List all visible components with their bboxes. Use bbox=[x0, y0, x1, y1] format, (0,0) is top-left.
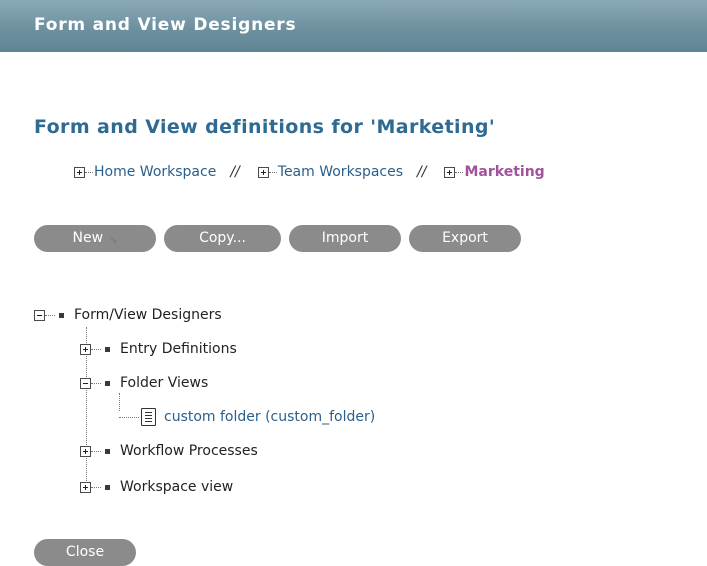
bullet-icon bbox=[105, 448, 110, 454]
tree-node-root[interactable]: Form/View Designers bbox=[34, 305, 222, 325]
connector-dots bbox=[85, 171, 93, 173]
tree-node-label[interactable]: Form/View Designers bbox=[74, 307, 222, 323]
collapse-minus-icon[interactable] bbox=[34, 309, 45, 321]
connector-dots bbox=[455, 171, 464, 173]
tree-node-custom-folder[interactable]: custom folder (custom_folder) bbox=[119, 407, 375, 427]
tree-node-label[interactable]: Workflow Processes bbox=[120, 443, 258, 459]
connector-dots bbox=[91, 382, 101, 384]
arrow-down-right-icon: ↘ bbox=[109, 235, 118, 246]
connector-dots bbox=[91, 486, 101, 488]
connector-dots bbox=[119, 416, 139, 418]
tree-node-label[interactable]: Entry Definitions bbox=[120, 341, 237, 357]
tree-node-folder-views[interactable]: Folder Views bbox=[80, 373, 208, 393]
expand-plus-icon[interactable] bbox=[80, 343, 91, 355]
connector-dots bbox=[268, 171, 277, 173]
breadcrumb-home[interactable]: Home Workspace bbox=[74, 164, 216, 180]
bullet-icon bbox=[105, 346, 110, 352]
tree-node-workflow-processes[interactable]: Workflow Processes bbox=[80, 441, 258, 461]
expand-plus-icon[interactable] bbox=[444, 166, 456, 178]
tree-node-workspace-view[interactable]: Workspace view bbox=[80, 477, 233, 497]
connector-dots bbox=[91, 450, 101, 452]
expand-plus-icon[interactable] bbox=[257, 166, 269, 178]
bullet-icon bbox=[105, 380, 110, 386]
new-button[interactable]: New ↘ bbox=[34, 225, 156, 252]
tree-node-label[interactable]: Folder Views bbox=[120, 375, 208, 391]
expand-plus-icon[interactable] bbox=[80, 481, 91, 493]
breadcrumb: Home Workspace // Team Workspaces // Mar… bbox=[74, 163, 545, 181]
breadcrumb-team-link[interactable]: Team Workspaces bbox=[278, 164, 403, 180]
breadcrumb-marketing[interactable]: Marketing bbox=[444, 164, 545, 180]
close-button[interactable]: Close bbox=[34, 539, 136, 566]
collapse-minus-icon[interactable] bbox=[80, 377, 91, 389]
tree-node-entry-definitions[interactable]: Entry Definitions bbox=[80, 339, 237, 359]
action-buttons: New ↘ Copy... Import Export bbox=[34, 225, 521, 252]
header-title: Form and View Designers bbox=[34, 15, 297, 35]
expand-plus-icon[interactable] bbox=[80, 445, 91, 457]
designer-header: Form and View Designers bbox=[0, 0, 707, 52]
expand-plus-icon[interactable] bbox=[74, 166, 85, 178]
breadcrumb-separator: // bbox=[230, 164, 240, 180]
breadcrumb-home-link[interactable]: Home Workspace bbox=[94, 164, 216, 180]
breadcrumb-team[interactable]: Team Workspaces bbox=[257, 164, 403, 180]
breadcrumb-separator: // bbox=[417, 164, 427, 180]
document-icon bbox=[141, 408, 156, 426]
import-button[interactable]: Import bbox=[289, 225, 401, 252]
custom-folder-link[interactable]: custom folder (custom_folder) bbox=[164, 409, 375, 425]
tree-node-label[interactable]: Workspace view bbox=[120, 479, 233, 495]
connector-dots bbox=[91, 348, 101, 350]
bullet-icon bbox=[59, 312, 64, 318]
bullet-icon bbox=[105, 484, 110, 490]
export-button[interactable]: Export bbox=[409, 225, 521, 252]
connector-dots bbox=[45, 314, 55, 316]
page-title: Form and View definitions for 'Marketing… bbox=[34, 116, 496, 138]
designer-tree: Form/View Designers Entry Definitions Fo… bbox=[34, 303, 534, 503]
new-button-label: New bbox=[72, 230, 104, 246]
breadcrumb-marketing-link[interactable]: Marketing bbox=[464, 164, 544, 180]
copy-button[interactable]: Copy... bbox=[164, 225, 281, 252]
